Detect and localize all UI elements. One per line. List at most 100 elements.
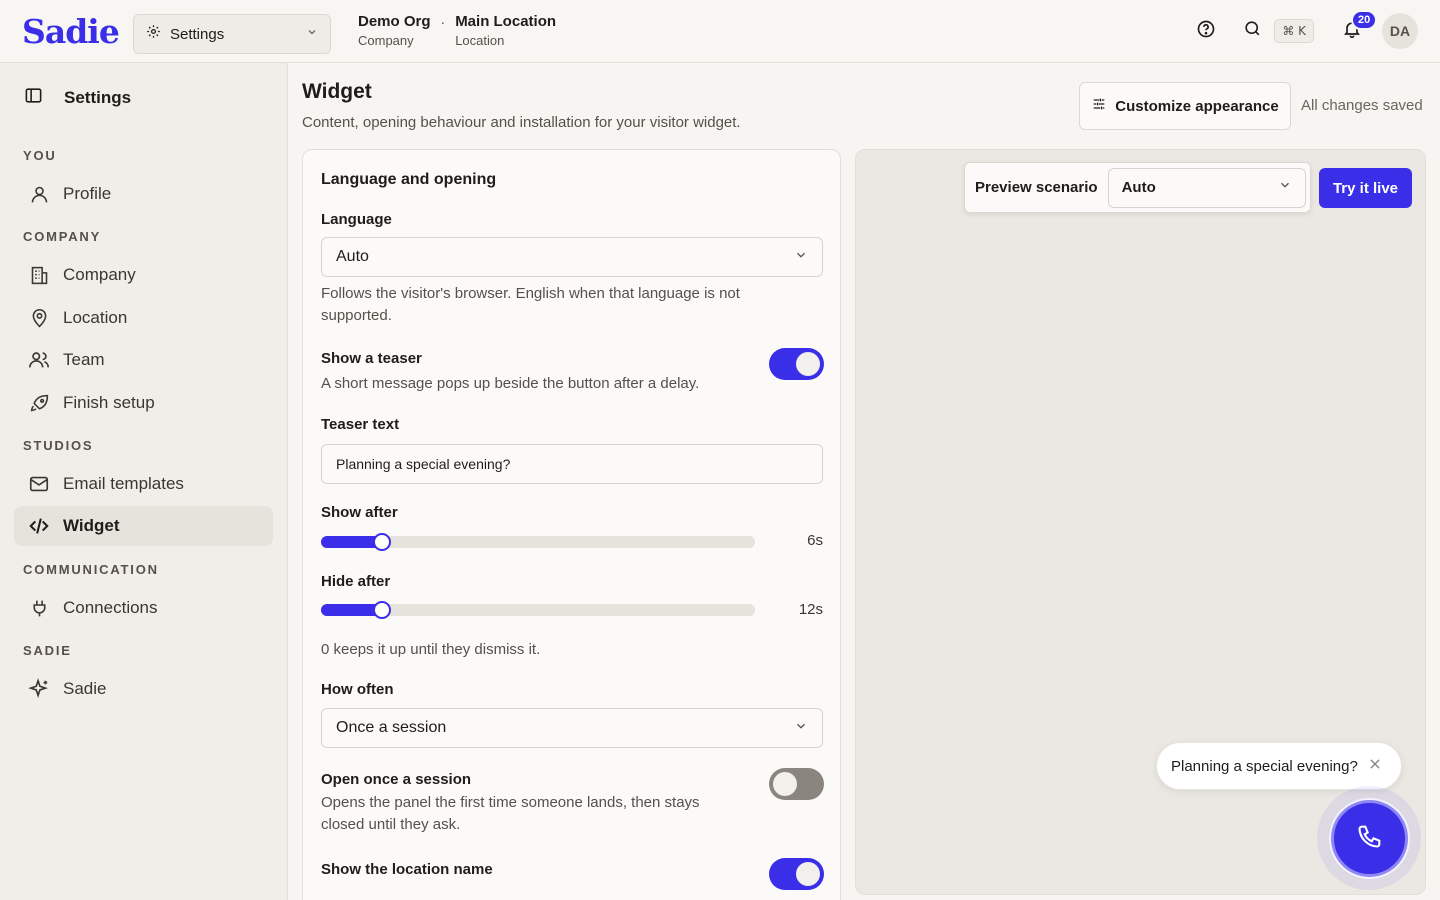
save-status: All changes saved (1301, 97, 1423, 114)
show-teaser-help: A short message pops up beside the butto… (321, 375, 700, 392)
top-actions: ⌘ K 20 DA (1188, 10, 1418, 49)
customize-appearance-button[interactable]: Customize appearance (1079, 82, 1291, 130)
call-button[interactable] (1331, 800, 1408, 877)
sidebar-item-label: Location (63, 308, 128, 327)
show-after-label: Show after (321, 504, 398, 521)
sliders-icon (1091, 96, 1107, 116)
notification-badge: 20 (1351, 10, 1378, 30)
show-teaser-label: Show a teaser (321, 350, 422, 367)
page-subtitle: Content, opening behaviour and installat… (302, 114, 741, 131)
sidebar-item-company[interactable]: Company (14, 255, 273, 295)
language-opening-card: Language and opening Language Auto Follo… (302, 149, 841, 900)
gear-icon (146, 24, 161, 44)
section-studios: STUDIOS (23, 438, 94, 453)
context-select[interactable]: Settings (133, 14, 331, 54)
how-often-label: How often (321, 681, 394, 698)
page-title: Widget (302, 80, 372, 103)
slider-thumb[interactable] (373, 533, 391, 551)
top-bar: Sadie Settings Demo Org Company · Main L… (0, 0, 1440, 63)
card-title: Language and opening (321, 171, 497, 188)
preview-teaser-bubble[interactable]: Planning a special evening? (1156, 742, 1402, 790)
notifications-button[interactable]: 20 (1334, 10, 1378, 49)
help-button[interactable] (1188, 13, 1224, 49)
org-crumb[interactable]: Demo Org Company (358, 13, 431, 51)
sidebar-item-finish-setup[interactable]: Finish setup (14, 383, 273, 423)
sidebar-item-widget[interactable]: Widget (14, 506, 273, 546)
sidebar: Settings YOU Profile COMPANY Company Loc… (0, 63, 288, 900)
search-button[interactable] (1234, 13, 1270, 49)
section-company: COMPANY (23, 229, 102, 244)
search-shortcut: ⌘ K (1274, 19, 1314, 43)
open-once-help: Opens the panel the first time someone l… (321, 794, 700, 833)
preview-teaser-text: Planning a special evening? (1171, 757, 1358, 775)
teaser-text-input[interactable]: Planning a special evening? (321, 444, 823, 484)
section-you: YOU (23, 148, 57, 163)
phone-icon (1356, 822, 1384, 855)
context-select-label: Settings (170, 25, 225, 43)
sidebar-item-connections[interactable]: Connections (14, 588, 273, 628)
close-icon[interactable] (1368, 757, 1382, 776)
language-select-value: Auto (336, 248, 369, 265)
preview-scenario-control: Preview scenario Auto (964, 162, 1311, 213)
preview-scenario-select[interactable]: Auto (1107, 167, 1306, 208)
sidebar-title: Settings (64, 88, 132, 107)
sidebar-panel-icon[interactable] (24, 86, 43, 110)
sidebar-item-team[interactable]: Team (14, 340, 273, 380)
chevron-down-icon (306, 25, 318, 43)
users-icon (27, 348, 51, 372)
sidebar-header: Settings (24, 86, 131, 110)
sidebar-item-label: Team (63, 350, 105, 369)
open-once-label: Open once a session (321, 771, 472, 788)
try-it-live-button[interactable]: Try it live (1319, 168, 1412, 208)
avatar[interactable]: DA (1382, 13, 1418, 49)
location-name: Main Location (455, 13, 557, 30)
org-name: Demo Org (358, 13, 431, 30)
customize-appearance-label: Customize appearance (1115, 97, 1279, 115)
show-teaser-toggle[interactable] (769, 348, 824, 380)
rocket-icon (27, 391, 51, 415)
map-pin-icon (27, 306, 51, 330)
sidebar-item-label: Finish setup (63, 393, 155, 412)
teaser-text-label: Teaser text (321, 416, 400, 433)
sidebar-item-email-templates[interactable]: Email templates (14, 464, 273, 504)
logo[interactable]: Sadie (22, 12, 120, 51)
preview-scenario-value: Auto (1121, 179, 1156, 196)
sidebar-item-profile[interactable]: Profile (14, 174, 273, 214)
sidebar-item-label: Widget (63, 516, 120, 535)
show-after-value: 6s (807, 532, 823, 549)
how-often-select[interactable]: Once a session (321, 708, 823, 748)
how-often-select-value: Once a session (336, 719, 447, 736)
section-communication: COMMUNICATION (23, 562, 159, 577)
chevron-down-icon (794, 719, 808, 738)
sidebar-item-label: Email templates (63, 474, 184, 493)
slider-thumb[interactable] (373, 601, 391, 619)
chevron-down-icon (794, 248, 808, 267)
preview-scenario-label: Preview scenario (975, 179, 1098, 196)
section-sadie: SADIE (23, 643, 72, 658)
org-type: Company (358, 33, 414, 48)
sidebar-item-sadie[interactable]: Sadie (14, 669, 273, 709)
toggle-knob (773, 772, 797, 796)
sparkle-icon (27, 677, 51, 701)
building-icon (27, 263, 51, 287)
language-label: Language (321, 211, 392, 228)
sidebar-item-label: Sadie (63, 679, 107, 698)
sidebar-item-label: Profile (63, 184, 112, 203)
toggle-knob (796, 862, 820, 886)
hide-after-help: 0 keeps it up until they dismiss it. (321, 641, 541, 658)
search-icon (1243, 19, 1262, 43)
language-help: Follows the visitor's browser. English w… (321, 285, 740, 324)
show-after-slider[interactable] (321, 533, 755, 551)
sidebar-item-label: Connections (63, 598, 158, 617)
sidebar-item-location[interactable]: Location (14, 298, 273, 338)
show-location-toggle[interactable] (769, 858, 824, 890)
hide-after-value: 12s (798, 601, 823, 618)
chevron-down-icon (1278, 178, 1292, 197)
hide-after-slider[interactable] (321, 601, 755, 619)
language-select[interactable]: Auto (321, 237, 823, 277)
location-crumb[interactable]: Main Location Location (455, 13, 556, 51)
open-once-toggle[interactable] (769, 768, 824, 800)
location-type: Location (455, 33, 505, 48)
sidebar-item-label: Company (63, 265, 136, 284)
user-icon (27, 182, 51, 206)
